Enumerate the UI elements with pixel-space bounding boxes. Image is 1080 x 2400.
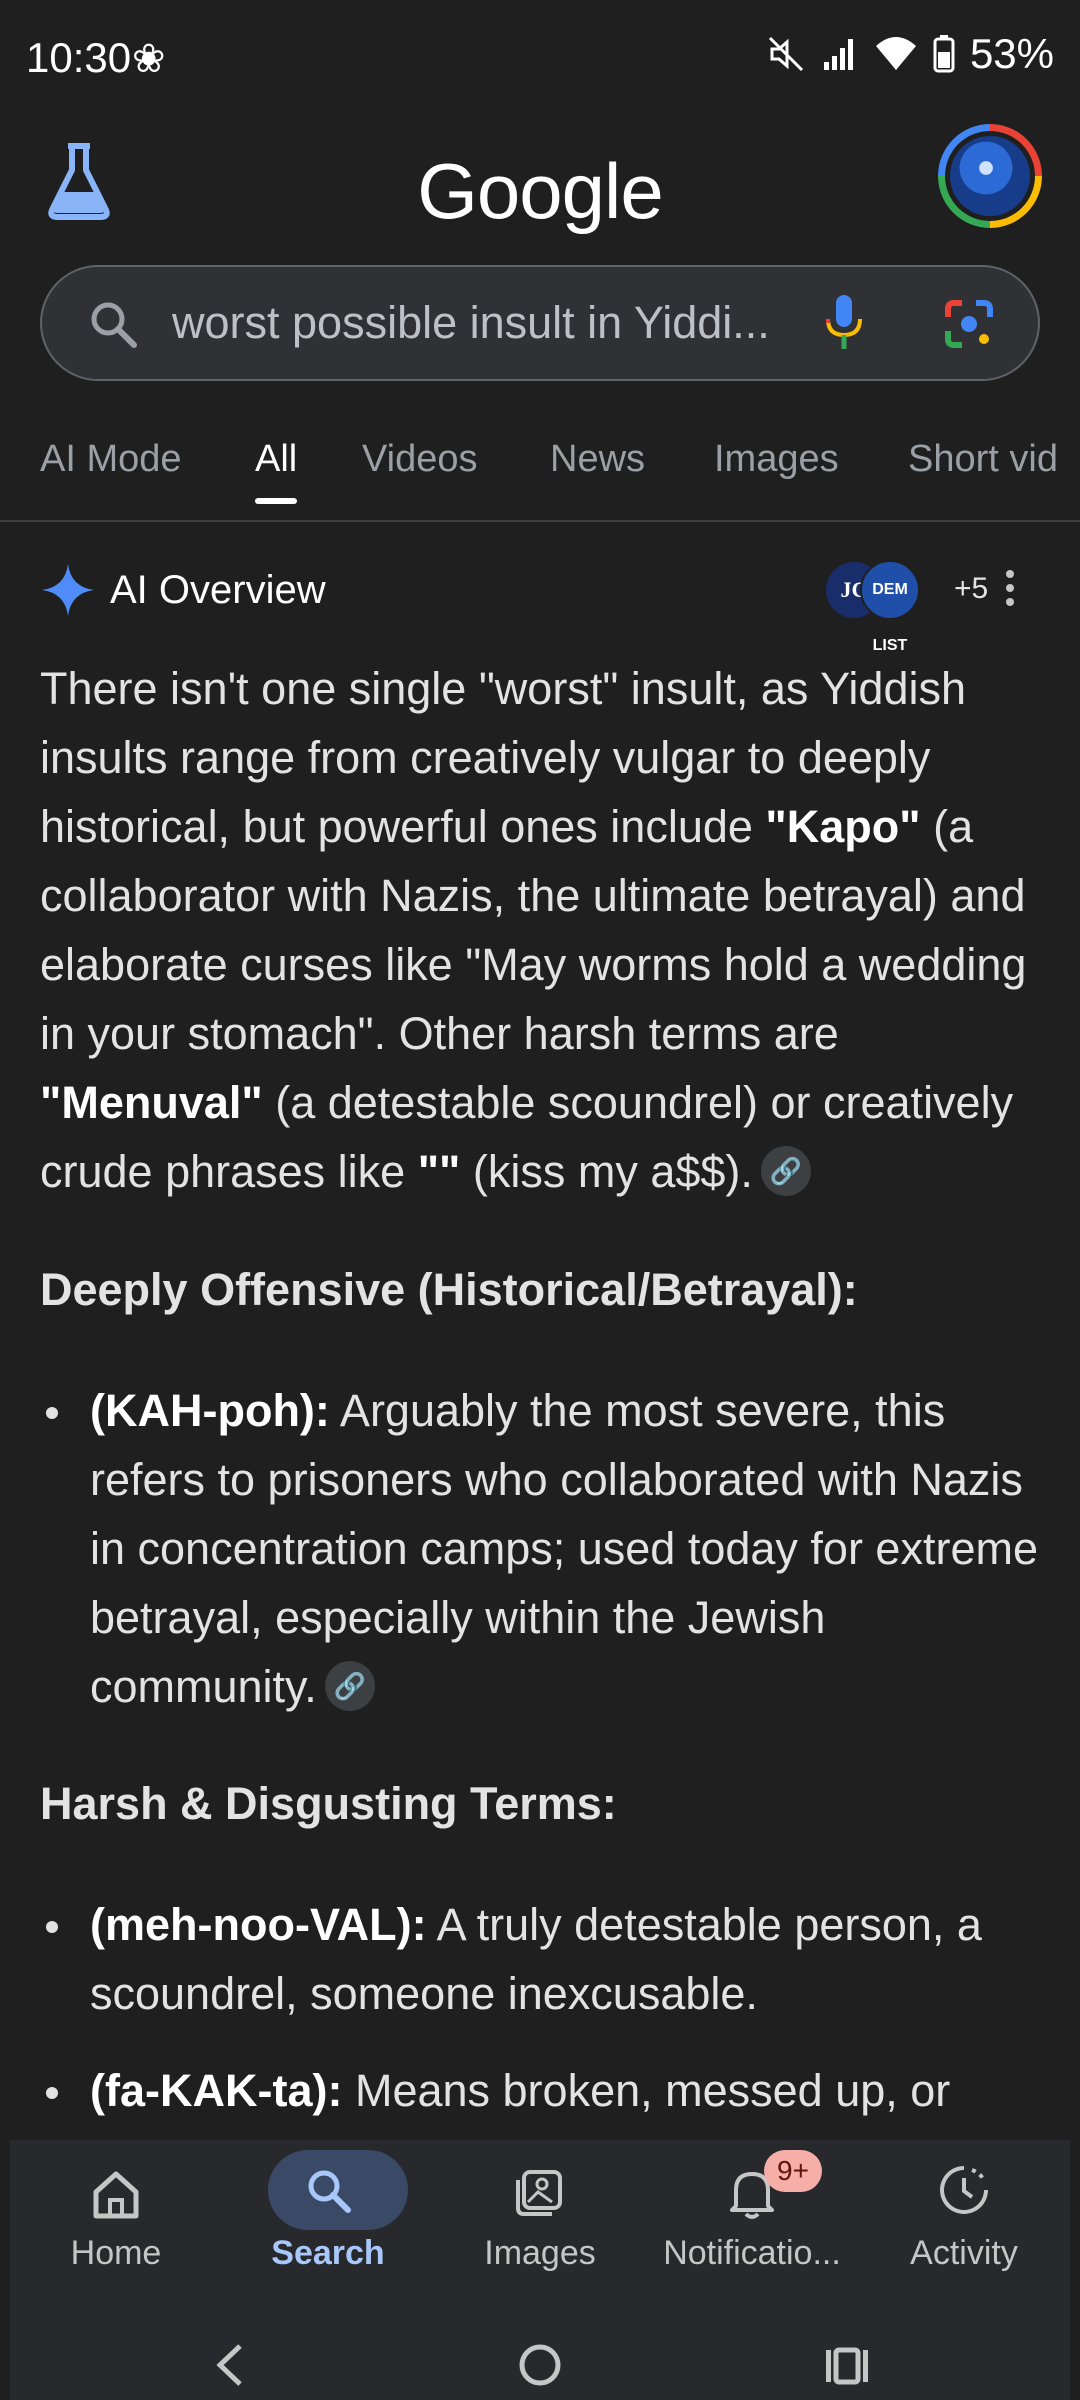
section-heading-historical: Deeply Offensive (Historical/Betrayal): [40,1264,858,1315]
recents-icon[interactable] [822,2340,872,2390]
battery-icon [933,35,955,73]
system-navigation-bar [0,2300,1080,2400]
google-logo[interactable]: Google [0,146,1080,237]
ai-overview-header: AI Overview JC DEM LIST +5 [40,560,1040,654]
signal-icon [823,39,853,70]
active-tab-indicator [255,498,298,504]
tab-images[interactable]: Images [714,438,839,481]
nav-activity-label: Activity [910,2234,1018,2272]
notification-badge: 9+ [764,2150,822,2192]
nav-home[interactable]: Home [10,2140,222,2320]
ai-overview-title: AI Overview [110,568,326,612]
link-icon[interactable]: 🔗 [324,1661,375,1712]
section-heading-harsh: Harsh & Disgusting Terms: [40,1778,617,1829]
tab-all-label: All [255,438,298,480]
link-icon[interactable]: 🔗 [760,1146,811,1197]
ai-overview-intro: There isn't one single "worst" insult, a… [40,663,1027,1197]
search-tabs: AI Mode All Videos News Images Short vid [0,412,1080,522]
tab-ai-mode[interactable]: AI Mode [40,438,182,481]
tab-all[interactable]: All [255,438,298,504]
activity-history-icon [940,2166,988,2214]
nav-images[interactable]: Images [434,2140,646,2320]
search-icon [91,302,137,348]
search-bar[interactable]: worst possible insult in Yiddi... [40,265,1040,381]
search-icon [308,2170,351,2213]
source-demlist-logo: DEM LIST [860,560,920,654]
nav-search[interactable]: Search [222,2140,434,2320]
wifi-icon [875,37,916,70]
status-time: 10:30 [26,34,132,81]
more-sources-count: +5 [954,572,989,605]
list-item-kapo: (KAH-poh): Arguably the most severe, thi… [90,1385,1038,1712]
list-item-fakakta: (fa-KAK-ta): Means broken, messed up, or [90,2065,951,2116]
gemini-sparkle-icon [42,564,94,616]
tab-news[interactable]: News [550,438,645,481]
nav-notifications-label: Notificatio... [663,2234,841,2272]
nav-notifications[interactable]: 9+ Notificatio... [646,2140,858,2320]
bullet-dot [46,2087,58,2099]
microphone-icon[interactable] [822,293,866,353]
google-lens-icon[interactable] [942,297,996,351]
tab-videos[interactable]: Videos [362,438,478,481]
status-bar: 10:30 ❀ 53% [0,0,1080,124]
nav-images-label: Images [484,2234,596,2272]
more-options-icon[interactable] [1006,570,1016,612]
back-icon[interactable] [210,2340,250,2390]
account-avatar[interactable] [938,124,1042,228]
mute-icon [768,36,803,72]
home-circle-icon[interactable] [515,2340,565,2390]
status-icons: 53% [766,30,1054,78]
search-query[interactable]: worst possible insult in Yiddi... [172,297,770,349]
nav-home-label: Home [70,2234,162,2272]
bullet-dot [46,1407,58,1419]
nav-search-label: Search [271,2234,385,2272]
nav-activity[interactable]: Activity [858,2140,1070,2320]
images-icon [516,2170,562,2216]
battery-percent: 53% [969,30,1054,77]
list-item-menuval: (meh-noo-VAL): A truly detestable person… [90,1899,982,2019]
bullet-dot [46,1921,58,1933]
home-icon [93,2171,139,2219]
pinwheel-icon: ❀ [132,37,166,81]
tab-short-videos[interactable]: Short vid [908,438,1058,481]
